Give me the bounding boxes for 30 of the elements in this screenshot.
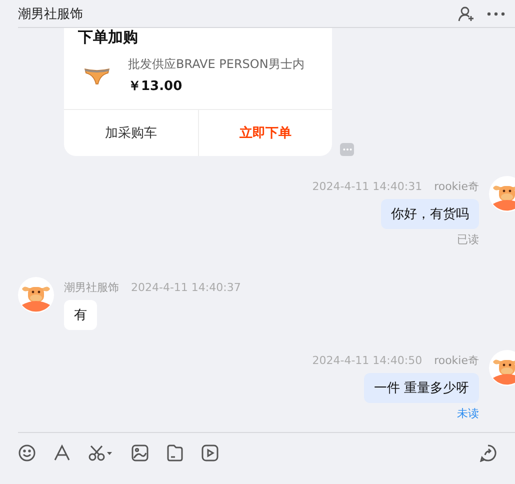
cow-avatar-icon [489,350,515,386]
more-icon[interactable] [487,10,505,16]
message-time: 2024-4-11 14:40:37 [131,281,241,295]
message-time: 2024-4-11 14:40:31 [312,180,422,194]
share-icon[interactable] [479,444,497,462]
emoji-icon[interactable] [18,444,36,462]
card-heading: 下单加购 [77,28,139,46]
message-bubble: 你好，有货吗 [381,199,479,229]
read-status: 已读 [457,232,479,247]
briefs-product-image [84,66,110,84]
add-person-icon[interactable] [457,4,475,22]
image-icon[interactable] [131,444,149,462]
cow-avatar-icon [18,277,54,313]
chat-title: 潮男社服饰 [18,6,84,22]
buy-now-button[interactable]: 立即下单 [198,110,332,156]
font-icon[interactable] [53,444,71,462]
read-status: 未读 [457,406,479,421]
video-icon[interactable] [201,444,219,462]
message-time: 2024-4-11 14:40:50 [312,354,422,368]
scissors-icon[interactable] [88,444,114,462]
sender-name: rookie奇 [434,180,479,194]
sender-name: rookie奇 [434,354,479,368]
message-bubble: 有 [64,300,97,330]
product-price: ￥13.00 [128,78,184,95]
sender-name: 潮男社服饰 [64,281,119,295]
cow-avatar-icon [489,176,515,212]
add-to-cart-button[interactable]: 加采购车 [64,110,198,156]
file-icon[interactable] [166,444,184,462]
product-title[interactable]: 批发供应BRAVE PERSON男士内 [128,56,304,73]
message-bubble: 一件 重量多少呀 [364,373,479,403]
